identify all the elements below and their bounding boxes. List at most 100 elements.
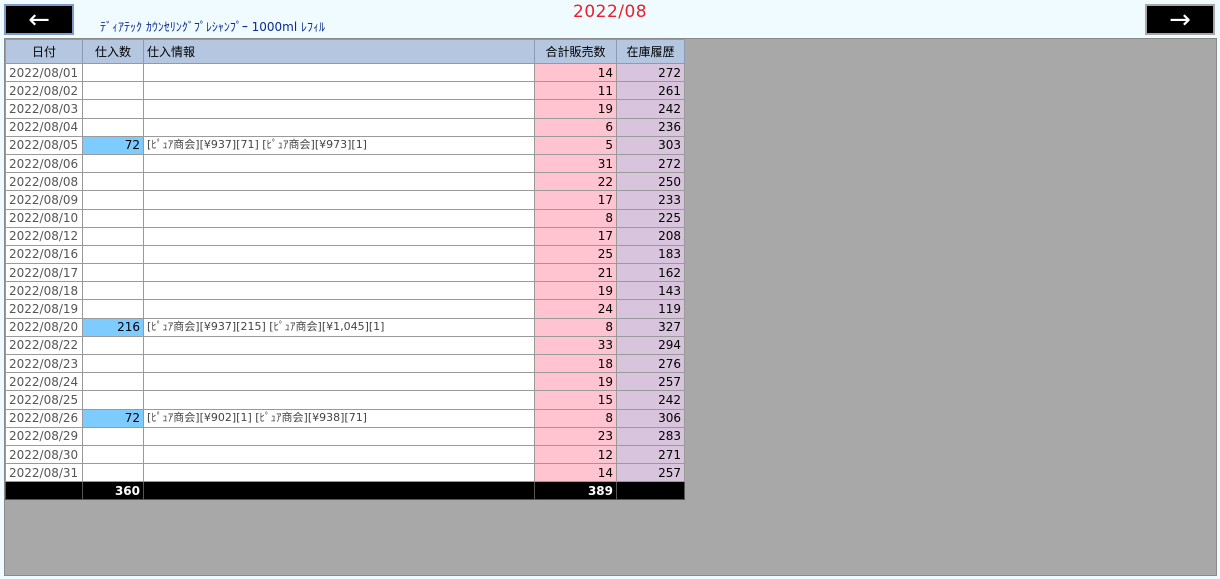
purchase-info-cell[interactable] xyxy=(143,81,535,101)
purchase-qty-cell[interactable] xyxy=(82,99,144,119)
stock-cell[interactable]: 143 xyxy=(616,281,685,301)
sales-cell[interactable]: 21 xyxy=(534,263,617,283)
date-cell[interactable]: 2022/08/30 xyxy=(5,444,83,465)
purchase-info-cell[interactable] xyxy=(143,444,535,465)
purchase-info-cell[interactable]: [ﾋﾟｭｱ商会][¥902][1] [ﾋﾟｭｱ商会][¥938][71] xyxy=(143,408,535,428)
purchase-qty-cell[interactable] xyxy=(82,244,144,265)
purchase-qty-cell[interactable] xyxy=(82,353,144,374)
purchase-info-cell[interactable] xyxy=(143,117,535,137)
stock-cell[interactable]: 225 xyxy=(616,208,685,228)
purchase-qty-cell[interactable] xyxy=(82,172,144,192)
sales-cell[interactable]: 17 xyxy=(534,226,617,246)
purchase-qty-cell[interactable] xyxy=(82,281,144,301)
purchase-qty-cell[interactable] xyxy=(82,372,144,392)
date-cell[interactable]: 2022/08/24 xyxy=(5,372,83,392)
sales-cell[interactable]: 19 xyxy=(534,99,617,119)
date-cell[interactable]: 2022/08/16 xyxy=(5,244,83,265)
purchase-qty-cell[interactable] xyxy=(82,62,144,83)
date-cell[interactable]: 2022/08/06 xyxy=(5,153,83,174)
sales-cell[interactable]: 5 xyxy=(534,135,617,155)
purchase-info-cell[interactable] xyxy=(143,390,535,410)
date-cell[interactable]: 2022/08/10 xyxy=(5,208,83,228)
purchase-qty-cell[interactable] xyxy=(82,335,144,356)
purchase-qty-cell[interactable] xyxy=(82,117,144,137)
purchase-qty-cell[interactable] xyxy=(82,299,144,319)
purchase-info-cell[interactable] xyxy=(143,99,535,119)
date-cell[interactable]: 2022/08/01 xyxy=(5,62,83,83)
stock-cell[interactable]: 272 xyxy=(616,153,685,174)
purchase-qty-cell[interactable] xyxy=(82,190,144,210)
stock-cell[interactable]: 236 xyxy=(616,117,685,137)
purchase-qty-cell[interactable] xyxy=(82,81,144,101)
stock-cell[interactable]: 250 xyxy=(616,172,685,192)
stock-cell[interactable]: 233 xyxy=(616,190,685,210)
stock-cell[interactable]: 257 xyxy=(616,463,685,483)
stock-cell[interactable]: 294 xyxy=(616,335,685,356)
purchase-info-cell[interactable] xyxy=(143,426,535,446)
previous-month-button[interactable]: ← xyxy=(4,4,74,35)
sales-cell[interactable]: 18 xyxy=(534,353,617,374)
stock-cell[interactable]: 242 xyxy=(616,99,685,119)
stock-cell[interactable]: 257 xyxy=(616,372,685,392)
purchase-qty-cell[interactable] xyxy=(82,226,144,246)
stock-cell[interactable]: 303 xyxy=(616,135,685,155)
purchase-info-cell[interactable] xyxy=(143,463,535,483)
date-cell[interactable]: 2022/08/09 xyxy=(5,190,83,210)
purchase-info-cell[interactable] xyxy=(143,172,535,192)
sales-cell[interactable]: 15 xyxy=(534,390,617,410)
date-cell[interactable]: 2022/08/02 xyxy=(5,81,83,101)
purchase-qty-cell[interactable]: 72 xyxy=(82,408,144,428)
sales-cell[interactable]: 8 xyxy=(534,317,617,337)
purchase-info-cell[interactable] xyxy=(143,335,535,356)
sales-cell[interactable]: 6 xyxy=(534,117,617,137)
purchase-qty-cell[interactable]: 72 xyxy=(82,135,144,155)
purchase-info-cell[interactable] xyxy=(143,281,535,301)
sales-cell[interactable]: 8 xyxy=(534,408,617,428)
sales-cell[interactable]: 19 xyxy=(534,372,617,392)
stock-cell[interactable]: 271 xyxy=(616,444,685,465)
sales-cell[interactable]: 12 xyxy=(534,444,617,465)
date-cell[interactable]: 2022/08/29 xyxy=(5,426,83,446)
date-cell[interactable]: 2022/08/23 xyxy=(5,353,83,374)
stock-cell[interactable]: 327 xyxy=(616,317,685,337)
date-cell[interactable]: 2022/08/04 xyxy=(5,117,83,137)
purchase-info-cell[interactable]: [ﾋﾟｭｱ商会][¥937][215] [ﾋﾟｭｱ商会][¥1,045][1] xyxy=(143,317,535,337)
date-cell[interactable]: 2022/08/31 xyxy=(5,463,83,483)
purchase-qty-cell[interactable] xyxy=(82,444,144,465)
stock-cell[interactable]: 162 xyxy=(616,263,685,283)
date-cell[interactable]: 2022/08/22 xyxy=(5,335,83,356)
purchase-info-cell[interactable] xyxy=(143,263,535,283)
stock-cell[interactable]: 272 xyxy=(616,62,685,83)
date-cell[interactable]: 2022/08/18 xyxy=(5,281,83,301)
purchase-info-cell[interactable] xyxy=(143,190,535,210)
purchase-qty-cell[interactable] xyxy=(82,153,144,174)
sales-cell[interactable]: 11 xyxy=(534,81,617,101)
date-cell[interactable]: 2022/08/19 xyxy=(5,299,83,319)
sales-cell[interactable]: 31 xyxy=(534,153,617,174)
stock-cell[interactable]: 306 xyxy=(616,408,685,428)
purchase-info-cell[interactable] xyxy=(143,153,535,174)
stock-cell[interactable]: 242 xyxy=(616,390,685,410)
stock-cell[interactable]: 261 xyxy=(616,81,685,101)
sales-cell[interactable]: 14 xyxy=(534,463,617,483)
purchase-qty-cell[interactable]: 216 xyxy=(82,317,144,337)
date-cell[interactable]: 2022/08/20 xyxy=(5,317,83,337)
date-cell[interactable]: 2022/08/12 xyxy=(5,226,83,246)
date-cell[interactable]: 2022/08/05 xyxy=(5,135,83,155)
sales-cell[interactable]: 17 xyxy=(534,190,617,210)
stock-cell[interactable]: 183 xyxy=(616,244,685,265)
purchase-info-cell[interactable] xyxy=(143,353,535,374)
sales-cell[interactable]: 22 xyxy=(534,172,617,192)
stock-cell[interactable]: 208 xyxy=(616,226,685,246)
purchase-info-cell[interactable] xyxy=(143,244,535,265)
purchase-info-cell[interactable]: [ﾋﾟｭｱ商会][¥937][71] [ﾋﾟｭｱ商会][¥973][1] xyxy=(143,135,535,155)
sales-cell[interactable]: 19 xyxy=(534,281,617,301)
next-month-button[interactable]: → xyxy=(1145,4,1215,35)
date-cell[interactable]: 2022/08/03 xyxy=(5,99,83,119)
stock-cell[interactable]: 276 xyxy=(616,353,685,374)
sales-cell[interactable]: 23 xyxy=(534,426,617,446)
date-cell[interactable]: 2022/08/26 xyxy=(5,408,83,428)
sales-cell[interactable]: 14 xyxy=(534,62,617,83)
purchase-qty-cell[interactable] xyxy=(82,263,144,283)
purchase-qty-cell[interactable] xyxy=(82,426,144,446)
